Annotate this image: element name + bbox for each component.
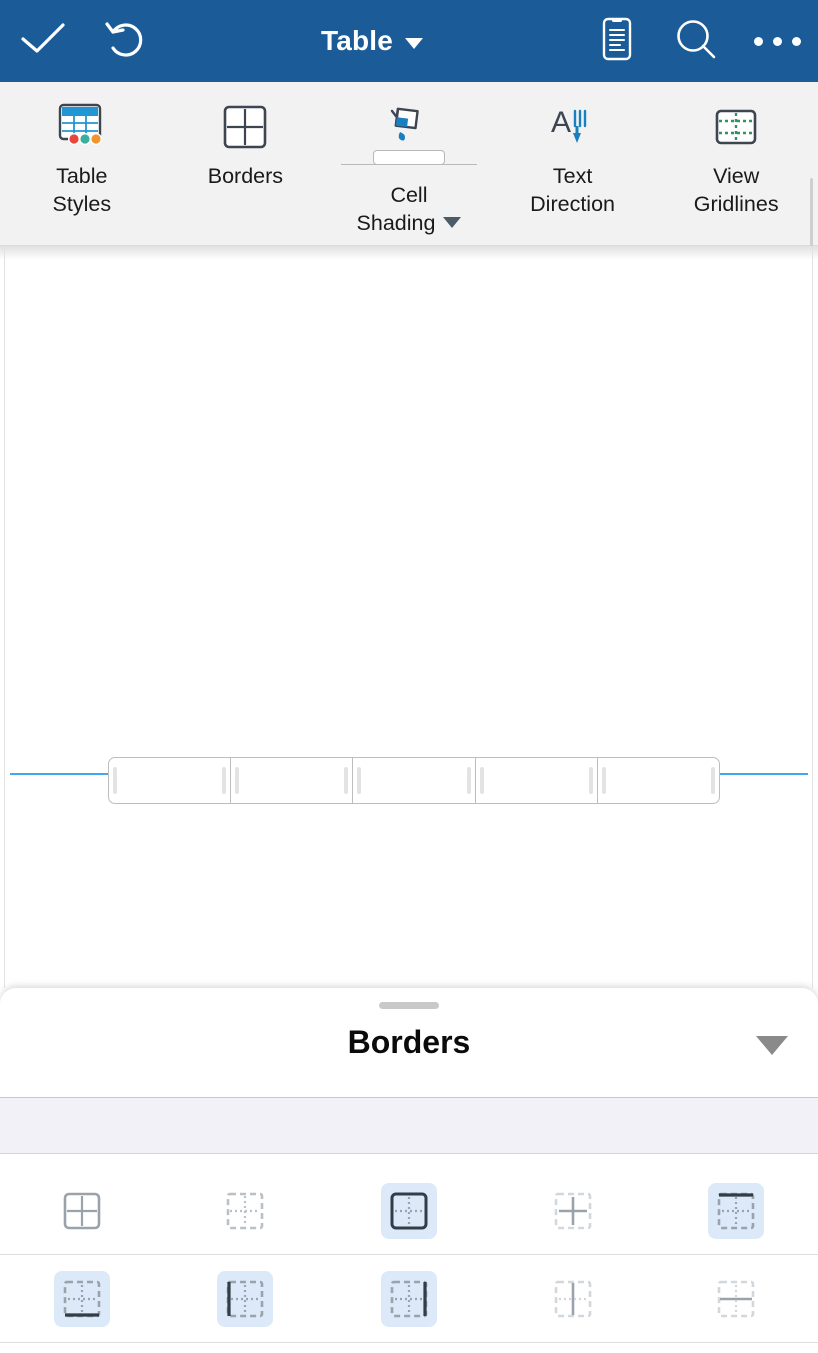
column-grip-icon[interactable] [479,767,484,794]
column-grip-icon[interactable] [711,767,716,794]
sheet-title: Borders [347,1024,471,1060]
document-canvas[interactable] [0,246,818,988]
table-ribbon: Table Styles Borders Cell Shading A Text… [0,82,818,304]
column-grip-icon[interactable] [357,767,362,794]
left-border-icon [227,1280,264,1317]
text-direction-icon: A [547,96,599,158]
ribbon-label: View Gridlines [694,162,779,218]
ribbon-label: Cell Shading [357,181,462,237]
inside-vertical-border-icon [554,1280,591,1317]
border-option-button-selected[interactable] [53,1270,110,1327]
view-gridlines-icon [712,96,760,158]
inside-horizontal-border-icon [717,1280,755,1317]
svg-text:A: A [551,106,571,139]
cell-shading-color-bar[interactable] [372,150,445,165]
border-option-no-borders[interactable] [164,1183,328,1239]
column-grip-icon[interactable] [235,767,240,794]
done-button[interactable] [0,0,86,82]
column-selector-segment[interactable] [231,758,354,803]
column-selector-bar[interactable] [108,757,720,804]
no-borders-icon [227,1192,264,1229]
page-edge-left [4,246,5,988]
border-option-button[interactable] [54,1183,110,1239]
drag-handle[interactable] [379,1002,439,1009]
border-options-row-2 [0,1255,818,1343]
column-grip-icon[interactable] [588,767,593,794]
mobile-view-icon [602,17,632,66]
column-grip-icon[interactable] [113,767,117,794]
undo-icon [104,18,148,65]
ribbon-label-line1: Borders [207,164,284,188]
border-option-bottom-border[interactable] [0,1270,164,1327]
ribbon-label-line1: Text [552,164,593,188]
right-border-icon [390,1280,428,1317]
column-grip-icon[interactable] [466,767,471,794]
ribbon-label-line2: Gridlines [693,192,779,216]
undo-button[interactable] [86,0,166,82]
border-option-button[interactable] [217,1183,273,1239]
ribbon-shadow [0,246,818,260]
sheet-header: Borders [0,988,818,1098]
collapse-sheet-button[interactable] [756,1036,788,1055]
border-option-right-border[interactable] [327,1270,491,1327]
border-option-button[interactable] [545,1183,601,1239]
chevron-down-icon[interactable] [443,217,462,229]
column-selector-segment[interactable] [109,758,232,803]
ribbon-label: Table Styles [53,162,112,218]
ribbon-label: Borders [208,162,283,190]
ribbon-label: Text Direction [530,162,615,218]
bottom-border-icon [63,1280,101,1317]
search-icon [674,17,718,66]
inside-borders-icon [554,1192,591,1229]
cell-shading-icon [383,96,435,158]
ribbon-item-cell-shading[interactable]: Cell Shading [327,82,491,246]
border-option-button[interactable] [545,1271,601,1327]
search-button[interactable] [656,0,736,82]
check-icon [20,22,66,61]
column-selector-segment[interactable] [476,758,598,803]
border-option-left-border[interactable] [164,1270,328,1327]
border-option-all-borders[interactable] [0,1183,164,1239]
borders-icon [221,96,269,158]
ribbon-item-text-direction[interactable]: A Text Direction [491,82,655,246]
border-option-outside-borders[interactable] [327,1182,491,1239]
sheet-subheader-band [0,1098,818,1154]
border-option-inside-borders[interactable] [491,1183,655,1239]
border-option-inside-horizontal-border[interactable] [654,1271,818,1327]
ribbon-item-borders[interactable]: Borders [164,82,328,246]
column-selector-segment[interactable] [353,758,476,803]
border-option-button-selected[interactable] [708,1182,765,1239]
ribbon-label-line1: View [713,164,760,188]
ribbon-label-line2: Styles [52,192,112,216]
top-toolbar: Table [0,0,818,82]
border-option-top-border[interactable] [654,1182,818,1239]
column-grip-icon[interactable] [601,767,606,794]
ribbon-item-view-gridlines[interactable]: View Gridlines [654,82,818,246]
more-options-button[interactable] [736,0,818,82]
border-option-button[interactable] [708,1271,764,1327]
ribbon-item-table-styles[interactable]: Table Styles [0,82,164,246]
ribbon-label-line1: Cell [390,183,428,207]
mobile-view-button[interactable] [578,0,656,82]
document-title-menu[interactable]: Table [166,25,578,57]
column-grip-icon[interactable] [222,767,227,794]
page-title: Table [320,25,394,56]
ribbon-label-line1: Table [56,164,108,188]
table-styles-icon [56,96,108,158]
ellipsis-icon [753,36,801,46]
ribbon-label-line2: Direction [530,192,615,216]
border-option-button-selected[interactable] [217,1270,274,1327]
page-edge-right [812,246,813,988]
chevron-down-icon [405,37,424,49]
top-border-icon [717,1192,755,1229]
border-option-button-selected[interactable] [380,1182,437,1239]
border-options-row-1 [0,1167,818,1255]
border-option-inside-vertical-border[interactable] [491,1271,655,1327]
outside-borders-icon [390,1192,428,1229]
all-borders-icon [63,1192,101,1229]
column-selector-segment[interactable] [598,758,719,803]
column-grip-icon[interactable] [344,767,349,794]
border-option-button-selected[interactable] [380,1270,437,1327]
ribbon-label-line2: Shading [356,211,436,235]
